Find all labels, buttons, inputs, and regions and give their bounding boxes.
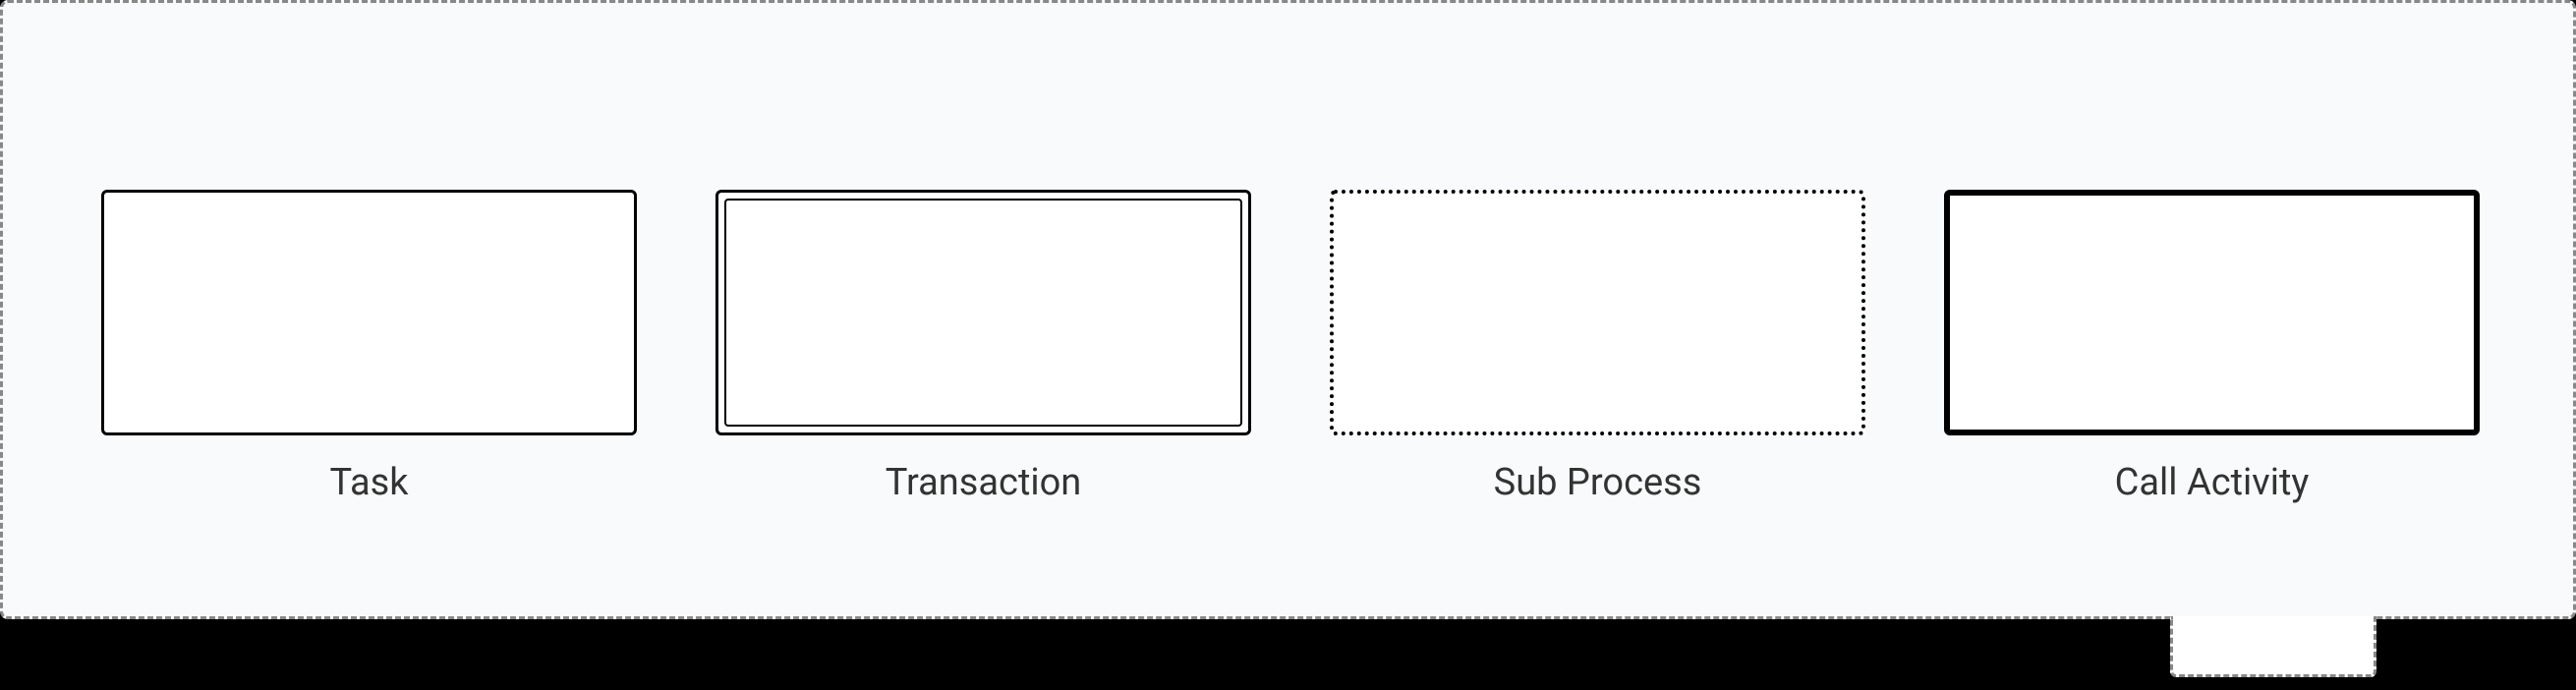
transaction-shape [716,190,1251,435]
shape-group-task: Task [101,190,637,504]
callactivity-label: Call Activity [2115,461,2310,504]
callactivity-shape [1944,190,2480,435]
shapes-row: Task Transaction Sub Process Call Activi… [3,3,2573,504]
transaction-label: Transaction [886,461,1082,504]
subprocess-label: Sub Process [1494,461,1702,504]
container-tab-notch [2170,616,2376,677]
task-label: Task [329,461,408,504]
diagram-container: Task Transaction Sub Process Call Activi… [0,0,2576,619]
shape-group-callactivity: Call Activity [1944,190,2480,504]
subprocess-shape [1330,190,1865,435]
task-shape [101,190,637,435]
shape-group-transaction: Transaction [716,190,1251,504]
shape-group-subprocess: Sub Process [1330,190,1865,504]
